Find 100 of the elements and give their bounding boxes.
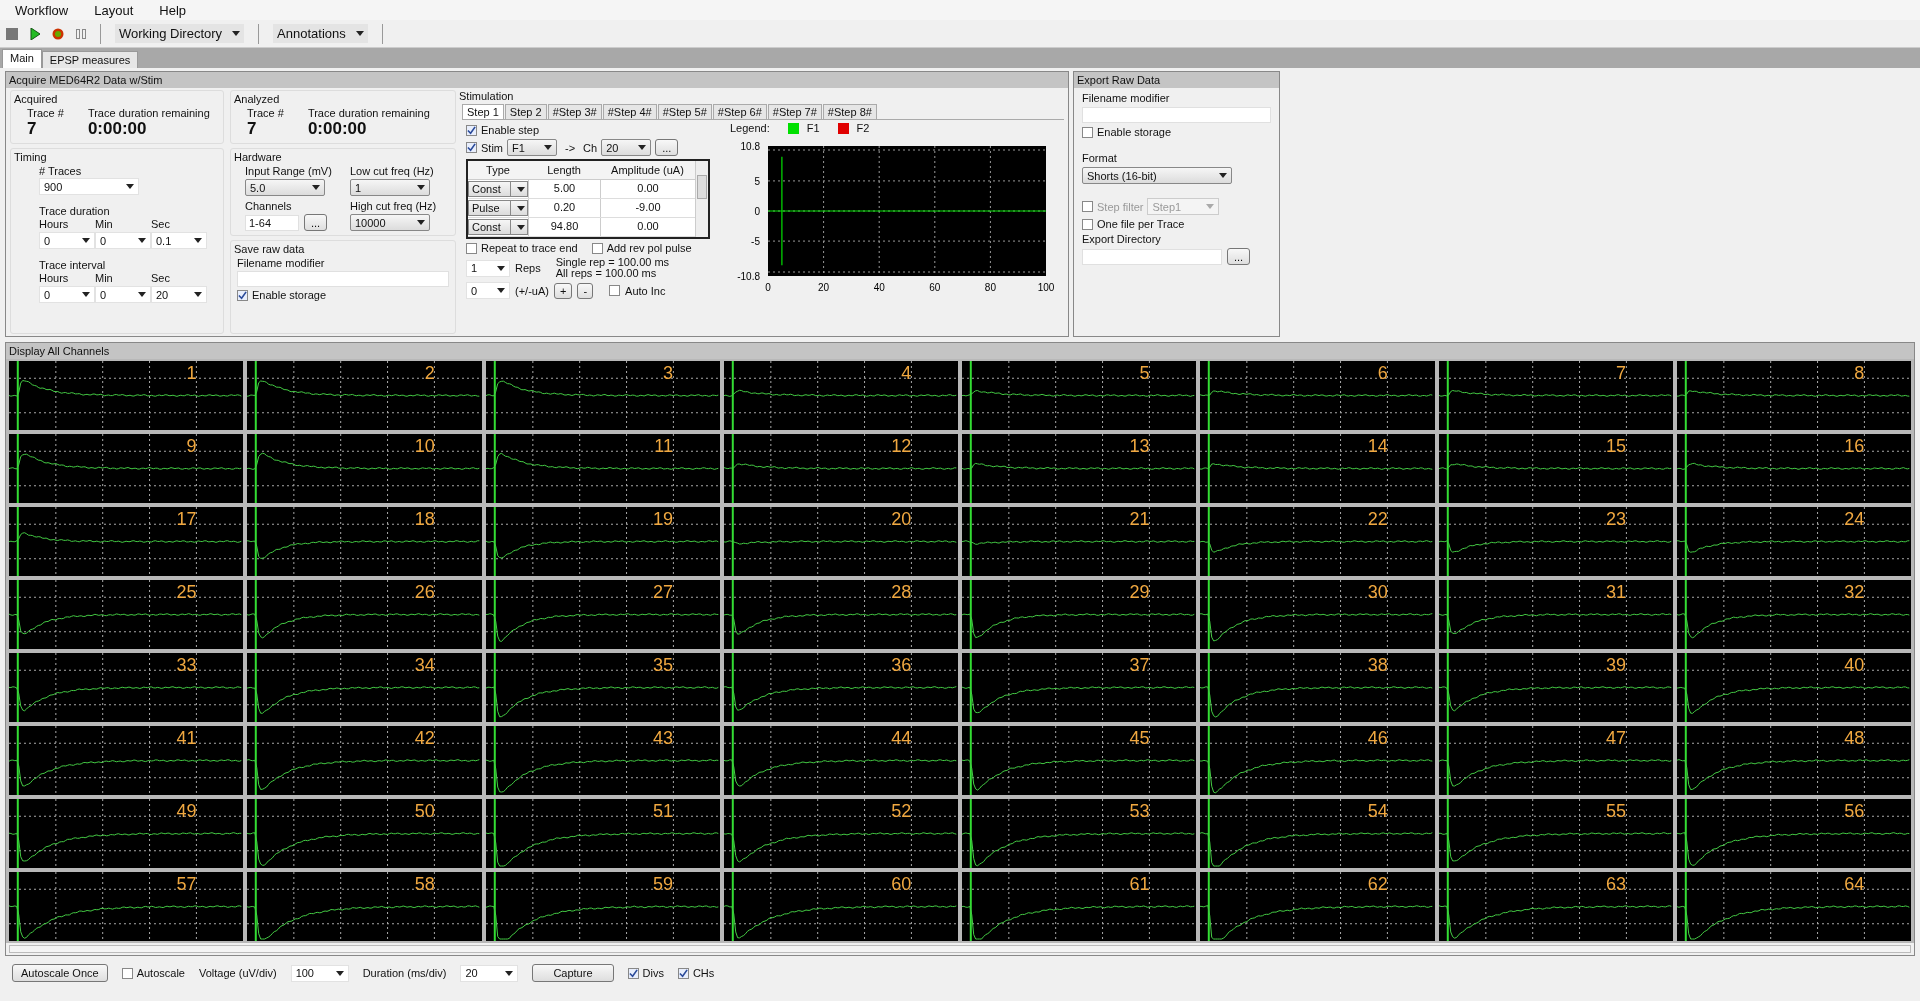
step-tab[interactable]: #Step 4#	[602, 104, 657, 119]
channel-number: 7	[1615, 363, 1626, 384]
channel-number: 58	[414, 874, 435, 895]
caret-icon	[517, 205, 525, 211]
toolbar-dropdown[interactable]: Working Directory	[115, 24, 245, 43]
checkbox[interactable]	[1082, 126, 1093, 138]
caret-icon	[505, 970, 514, 976]
field-label: Filename modifier	[1082, 92, 1170, 104]
dropdown[interactable]: 5.0	[245, 179, 325, 196]
dropdown[interactable]: 10000	[350, 214, 430, 231]
channel-number: 27	[652, 582, 673, 603]
caret-icon	[544, 145, 552, 150]
dropdown[interactable]: 0	[95, 232, 151, 249]
channel-number: 51	[652, 801, 673, 822]
dropdown[interactable]: 20	[601, 139, 652, 156]
channel-number: 22	[1367, 509, 1388, 530]
caret-icon	[638, 145, 647, 150]
dropdown[interactable]: 1	[466, 259, 510, 277]
y-tick-label: -5	[751, 236, 760, 248]
rep-duration: All reps = 100.00 ms	[555, 268, 658, 279]
checkbox[interactable]	[237, 289, 248, 301]
checkbox-label: Step filter	[1097, 200, 1144, 213]
filename-field[interactable]	[1082, 107, 1271, 123]
dropdown[interactable]: F1	[507, 139, 557, 156]
checkbox[interactable]	[466, 124, 477, 136]
channel-number: 12	[891, 436, 912, 457]
field-label: Trace duration	[39, 205, 110, 217]
channel-number: 17	[176, 509, 197, 530]
scrollbar[interactable]	[9, 945, 1911, 953]
arrow-text: ->	[565, 141, 576, 154]
toolbar-dropdown[interactable]: Annotations	[273, 24, 368, 43]
type-dropdown[interactable]: Const	[468, 219, 528, 235]
field-label: (+/-uA)	[515, 284, 549, 297]
dropdown[interactable]: 0	[466, 282, 510, 299]
channel-number: 1	[186, 363, 197, 384]
play-icon[interactable]	[30, 27, 40, 40]
type-dropdown[interactable]: Pulse	[468, 200, 528, 216]
checkbox[interactable]	[627, 967, 639, 979]
caret-icon	[1219, 173, 1227, 178]
checkbox-label: Add rev pol pulse	[606, 242, 692, 254]
capture-button[interactable]: Capture	[532, 964, 614, 982]
stop-icon[interactable]	[6, 27, 18, 40]
filename-field[interactable]	[237, 271, 449, 287]
step-tab[interactable]: #Step 6#	[712, 104, 767, 119]
step-tab[interactable]: #Step 7#	[767, 104, 822, 119]
field-label: Trace #	[27, 107, 64, 119]
tab[interactable]: Main	[2, 49, 42, 68]
dropdown[interactable]: 0.1	[151, 232, 207, 249]
dropdown[interactable]: 0	[39, 232, 95, 249]
menu-item[interactable]: Help	[159, 2, 186, 18]
checkbox[interactable]	[1082, 218, 1093, 230]
dropdown[interactable]: 20	[151, 286, 207, 303]
channel-number: 9	[186, 436, 197, 457]
browse-button[interactable]: ...	[655, 139, 679, 156]
checkbox-label: One file per Trace	[1097, 218, 1185, 230]
channel-number: 55	[1605, 801, 1626, 822]
type-dropdown[interactable]: Const	[468, 181, 528, 197]
y-tick-label: 5	[754, 175, 760, 187]
checkbox[interactable]	[121, 967, 133, 979]
menu-item[interactable]: Layout	[94, 2, 134, 18]
table-cell: 94.80	[528, 218, 600, 236]
field-label: Export Directory	[1082, 233, 1161, 245]
dropdown[interactable]: 1	[350, 179, 430, 196]
step-tab[interactable]: Step 2	[504, 104, 547, 119]
channel-number: 64	[1844, 874, 1865, 895]
pause-icon[interactable]	[76, 28, 86, 39]
checkbox[interactable]	[591, 242, 603, 254]
record-icon[interactable]	[52, 27, 64, 40]
dropdown[interactable]: 0	[95, 286, 151, 303]
dropdown[interactable]: 900	[39, 178, 139, 195]
dropdown[interactable]: Shorts (16-bit)	[1082, 167, 1232, 184]
step-tab[interactable]: #Step 8#	[822, 104, 877, 119]
dropdown[interactable]: 0	[39, 286, 95, 303]
channel-number: 11	[654, 436, 673, 457]
dropdown[interactable]: 20	[460, 964, 519, 982]
step-tab[interactable]: Step 1	[462, 104, 504, 119]
autoscale-once-button[interactable]: Autoscale Once	[12, 964, 108, 982]
caret-icon	[1206, 204, 1215, 209]
scrollbar[interactable]	[695, 161, 708, 237]
checkbox[interactable]	[466, 142, 477, 153]
dropdown[interactable]: 100	[290, 964, 349, 982]
tab[interactable]: EPSP measures	[41, 51, 139, 68]
caret-icon	[232, 31, 241, 36]
menu-item[interactable]: Workflow	[15, 2, 69, 18]
checkbox[interactable]	[677, 967, 689, 979]
field-label: Input Range (mV)	[245, 165, 333, 177]
step-tab[interactable]: #Step 5#	[657, 104, 712, 119]
increment-button[interactable]: +	[553, 282, 573, 299]
channels-field[interactable]: 1-64	[245, 214, 299, 231]
checkbox[interactable]	[466, 242, 477, 254]
browse-button[interactable]: ...	[304, 214, 328, 231]
checkbox[interactable]	[609, 285, 621, 296]
decrement-button[interactable]: -	[577, 282, 594, 299]
directory-field[interactable]	[1082, 248, 1222, 265]
step-tab[interactable]: #Step 3#	[547, 104, 602, 119]
caret-icon	[82, 238, 90, 243]
browse-button[interactable]: ...	[1227, 248, 1251, 265]
caret-icon	[194, 292, 202, 297]
channel-number: 63	[1605, 874, 1626, 895]
group-title: Acquired	[14, 93, 59, 105]
